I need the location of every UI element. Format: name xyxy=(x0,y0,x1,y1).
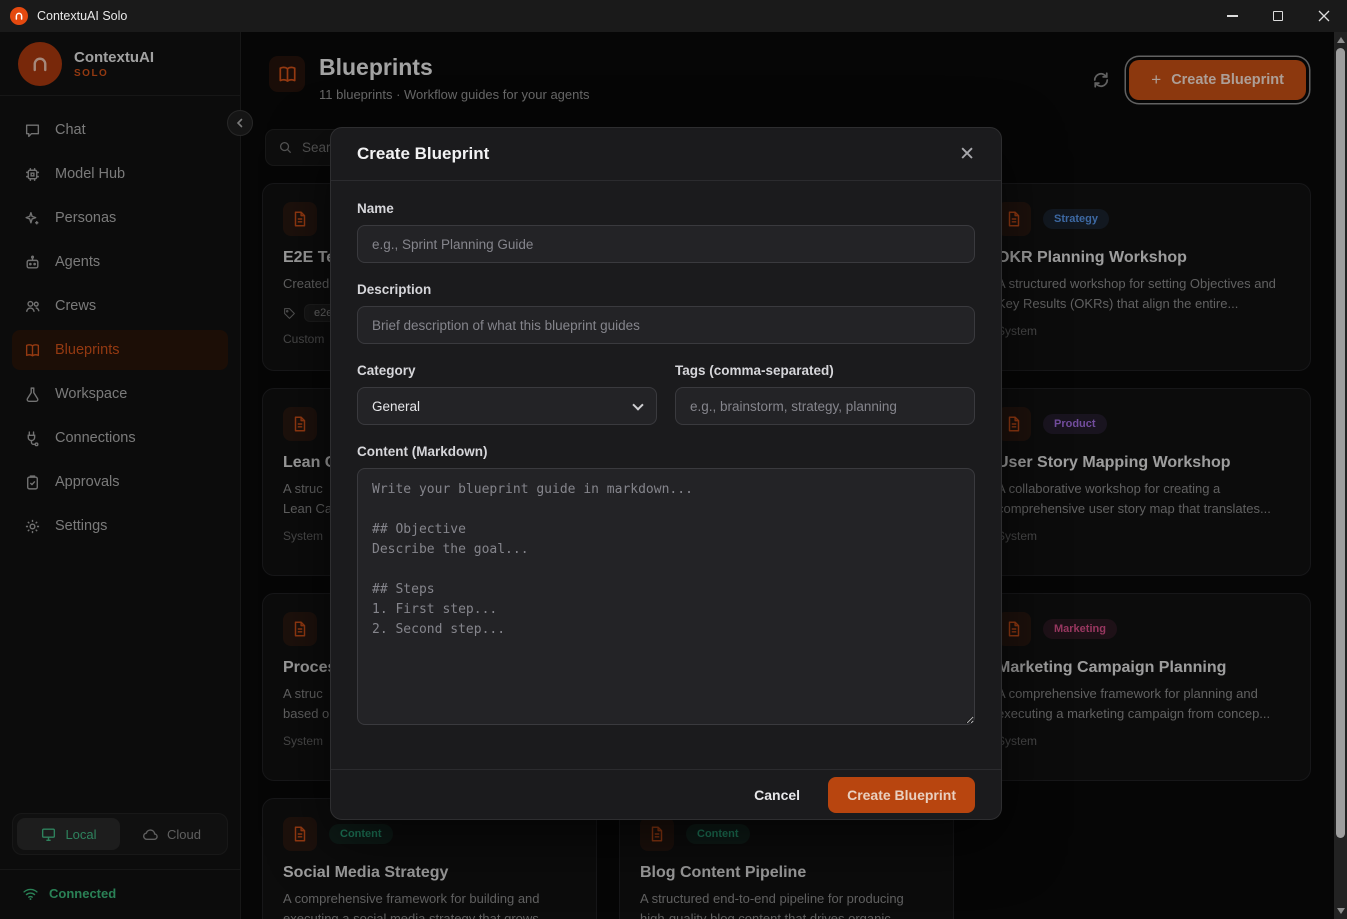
chevron-down-icon xyxy=(632,399,643,410)
scroll-up-arrow-icon[interactable] xyxy=(1337,37,1345,43)
modal-footer: Cancel Create Blueprint xyxy=(331,769,1001,819)
content-markdown-field[interactable] xyxy=(357,468,975,725)
close-button[interactable] xyxy=(1301,0,1347,32)
close-icon: ✕ xyxy=(959,144,975,165)
tags-label: Tags (comma-separated) xyxy=(675,363,975,378)
name-field[interactable] xyxy=(357,225,975,263)
name-label: Name xyxy=(357,201,975,216)
close-icon xyxy=(1318,10,1330,22)
scroll-down-arrow-icon[interactable] xyxy=(1337,908,1345,914)
scrollbar-thumb[interactable] xyxy=(1336,48,1345,838)
app-logo-icon xyxy=(10,7,28,25)
scrollbar[interactable] xyxy=(1334,32,1347,919)
category-select[interactable]: General xyxy=(357,387,657,425)
category-select-value: General xyxy=(372,399,420,414)
create-blueprint-modal: Create Blueprint ✕ Name Description Cate… xyxy=(330,127,1002,820)
tags-field[interactable] xyxy=(675,387,975,425)
create-blueprint-submit-button[interactable]: Create Blueprint xyxy=(828,777,975,813)
minimize-button[interactable] xyxy=(1209,0,1255,32)
minimize-icon xyxy=(1227,15,1238,16)
category-label: Category xyxy=(357,363,657,378)
titlebar: ContextuAI Solo xyxy=(0,0,1347,32)
description-label: Description xyxy=(357,282,975,297)
window-title: ContextuAI Solo xyxy=(37,9,127,23)
maximize-icon xyxy=(1273,11,1283,21)
description-field[interactable] xyxy=(357,306,975,344)
cancel-button[interactable]: Cancel xyxy=(740,779,814,811)
content-label: Content (Markdown) xyxy=(357,444,975,459)
modal-body: Name Description Category General Tags (… xyxy=(331,181,1001,769)
modal-close-button[interactable]: ✕ xyxy=(959,145,975,164)
app-window: ContextuAI Solo ContextuAI SOLO ChatMode… xyxy=(0,0,1347,919)
maximize-button[interactable] xyxy=(1255,0,1301,32)
modal-title: Create Blueprint xyxy=(357,144,489,164)
modal-header: Create Blueprint ✕ xyxy=(331,128,1001,181)
